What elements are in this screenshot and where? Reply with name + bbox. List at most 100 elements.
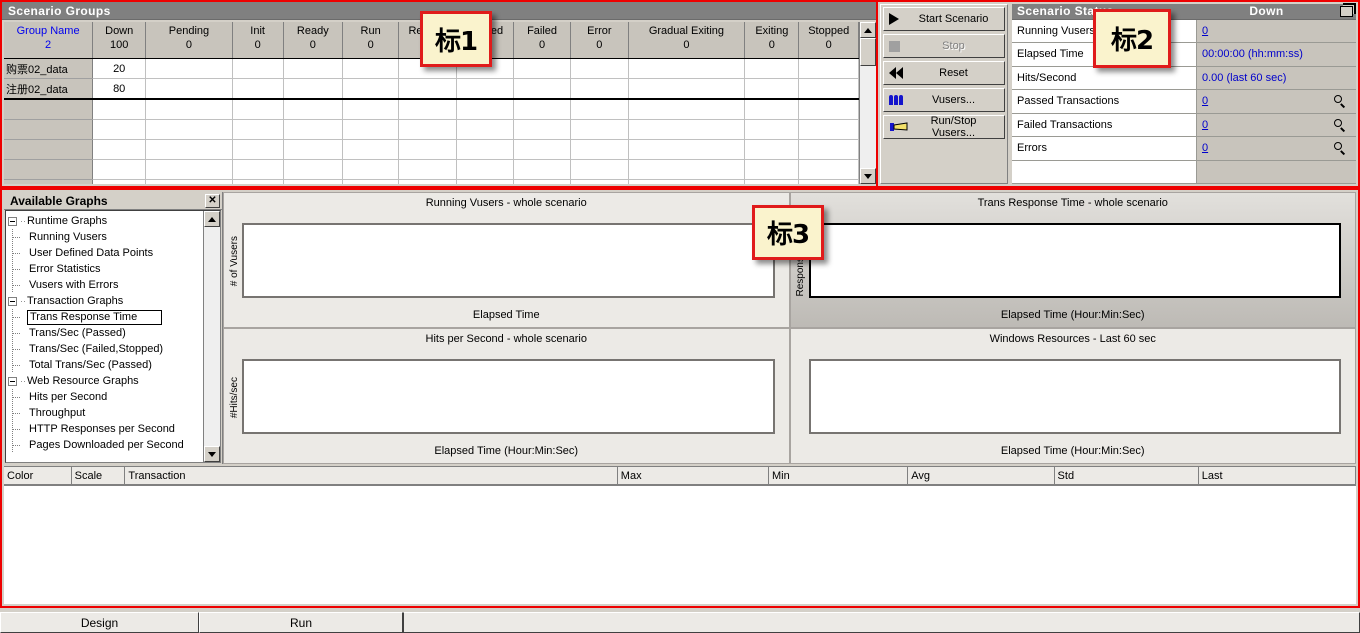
- table-cell[interactable]: [798, 139, 859, 160]
- chart-panel-trans-response-time-whole-scenario[interactable]: Trans Response Time - whole scenario Resp…: [789, 192, 1356, 328]
- group-name-cell-empty[interactable]: [4, 99, 94, 120]
- table-cell[interactable]: [283, 159, 344, 180]
- table-cell[interactable]: [342, 139, 400, 160]
- table-cell[interactable]: [145, 78, 233, 100]
- table-cell[interactable]: [744, 159, 800, 180]
- table-cell[interactable]: [342, 78, 400, 100]
- column-header-gradual-exiting[interactable]: Gradual Exiting 0: [628, 22, 746, 59]
- legend-column-scale[interactable]: Scale: [71, 467, 126, 484]
- group-name-cell[interactable]: 注册02_data: [4, 78, 94, 100]
- table-cell[interactable]: [145, 159, 233, 180]
- table-cell[interactable]: [283, 58, 344, 79]
- table-row-empty[interactable]: [4, 159, 859, 180]
- column-header-pending[interactable]: Pending 0: [145, 22, 233, 59]
- table-cell[interactable]: [456, 179, 514, 184]
- restore-window-button[interactable]: [1336, 5, 1356, 17]
- table-cell[interactable]: [456, 99, 514, 120]
- table-cell[interactable]: [283, 179, 344, 184]
- table-cell[interactable]: [513, 139, 572, 160]
- table-cell[interactable]: [628, 179, 746, 184]
- table-row-empty[interactable]: [4, 139, 859, 160]
- table-cell[interactable]: [798, 159, 859, 180]
- table-cell[interactable]: [145, 99, 233, 120]
- table-cell[interactable]: [342, 179, 400, 184]
- collapse-icon[interactable]: [8, 376, 17, 386]
- legend-column-max[interactable]: Max: [617, 467, 770, 484]
- collapse-icon[interactable]: [8, 296, 17, 306]
- table-cell[interactable]: [145, 119, 233, 140]
- graph-tree-item-vusers-with-errors[interactable]: Vusers with Errors: [8, 277, 203, 293]
- scroll-up-icon[interactable]: [860, 22, 876, 38]
- close-icon[interactable]: ✕: [205, 193, 220, 208]
- status-row-value[interactable]: 0: [1197, 90, 1324, 113]
- table-cell[interactable]: [456, 78, 514, 100]
- graph-tree-item-throughput[interactable]: Throughput: [8, 405, 203, 421]
- status-row-value[interactable]: 0: [1197, 113, 1324, 136]
- graph-tree-item-http-responses-per-second[interactable]: HTTP Responses per Second: [8, 421, 203, 437]
- scenario-groups-vertical-scrollbar[interactable]: [859, 22, 876, 184]
- graph-tree-item-trans-sec-failed-stopped[interactable]: Trans/Sec (Failed,Stopped): [8, 341, 203, 357]
- table-cell[interactable]: [798, 99, 859, 120]
- legend-column-min[interactable]: Min: [769, 467, 909, 484]
- table-cell[interactable]: [283, 78, 344, 100]
- table-row-empty[interactable]: [4, 119, 859, 140]
- table-cell[interactable]: [92, 159, 147, 180]
- graph-tree-item-user-defined-data-points[interactable]: User Defined Data Points: [8, 245, 203, 261]
- table-cell[interactable]: [92, 139, 147, 160]
- table-cell[interactable]: [232, 58, 284, 79]
- table-cell[interactable]: [398, 99, 457, 120]
- table-cell[interactable]: [513, 78, 572, 100]
- chart-panel-running-vusers-whole-scenario[interactable]: Running Vusers - whole scenario # of Vuse…: [223, 192, 790, 328]
- stop-button[interactable]: Stop: [883, 34, 1005, 58]
- table-cell[interactable]: [92, 119, 147, 140]
- scroll-down-icon[interactable]: [860, 168, 876, 184]
- legend-body[interactable]: [4, 486, 1356, 604]
- table-cell[interactable]: [744, 78, 800, 100]
- down-count-cell[interactable]: 80: [92, 78, 147, 100]
- table-cell[interactable]: [232, 78, 284, 100]
- table-cell[interactable]: [342, 58, 400, 79]
- table-cell[interactable]: [744, 179, 800, 184]
- vusers-button[interactable]: Vusers...: [883, 88, 1005, 112]
- table-cell[interactable]: [798, 58, 859, 79]
- table-cell[interactable]: [456, 159, 514, 180]
- table-cell[interactable]: [798, 78, 859, 100]
- group-name-cell[interactable]: 购票02_data: [4, 58, 94, 79]
- table-cell[interactable]: [570, 139, 629, 160]
- legend-column-transaction[interactable]: Transaction: [125, 467, 618, 484]
- magnifier-button[interactable]: [1324, 113, 1356, 136]
- table-cell[interactable]: [513, 179, 572, 184]
- graph-tree-item-runtime-graphs[interactable]: ·· Runtime Graphs: [8, 213, 203, 229]
- chart-plot-canvas[interactable]: [242, 359, 775, 434]
- table-cell[interactable]: [398, 179, 457, 184]
- table-cell[interactable]: [145, 139, 233, 160]
- legend-column-std[interactable]: Std: [1054, 467, 1199, 484]
- column-header-error[interactable]: Error 0: [570, 22, 629, 59]
- start-scenario-button[interactable]: Start Scenario: [883, 7, 1005, 31]
- table-cell[interactable]: [283, 99, 344, 120]
- scroll-down-icon[interactable]: [204, 446, 220, 462]
- table-cell[interactable]: [628, 58, 746, 79]
- group-name-cell-empty[interactable]: [4, 119, 94, 140]
- chart-plot-canvas[interactable]: [808, 359, 1341, 434]
- graph-tree-item-trans-response-time[interactable]: Trans Response Time: [8, 309, 203, 325]
- table-cell[interactable]: [628, 99, 746, 120]
- table-row-empty[interactable]: [4, 179, 859, 184]
- scrollbar-thumb[interactable]: [860, 38, 876, 66]
- column-header-run[interactable]: Run 0: [342, 22, 400, 59]
- magnifier-button[interactable]: [1324, 137, 1356, 160]
- group-name-cell-empty[interactable]: [4, 159, 94, 180]
- table-cell[interactable]: [145, 179, 233, 184]
- table-cell[interactable]: [570, 179, 629, 184]
- table-cell[interactable]: [513, 159, 572, 180]
- collapse-icon[interactable]: [8, 216, 17, 226]
- chart-plot-canvas[interactable]: [808, 223, 1341, 298]
- column-header-init[interactable]: Init 0: [232, 22, 284, 59]
- table-cell[interactable]: [513, 58, 572, 79]
- table-cell[interactable]: [798, 119, 859, 140]
- table-cell[interactable]: [744, 139, 800, 160]
- table-cell[interactable]: [232, 139, 284, 160]
- group-name-cell-empty[interactable]: [4, 179, 94, 184]
- table-cell[interactable]: [232, 119, 284, 140]
- table-cell[interactable]: [342, 159, 400, 180]
